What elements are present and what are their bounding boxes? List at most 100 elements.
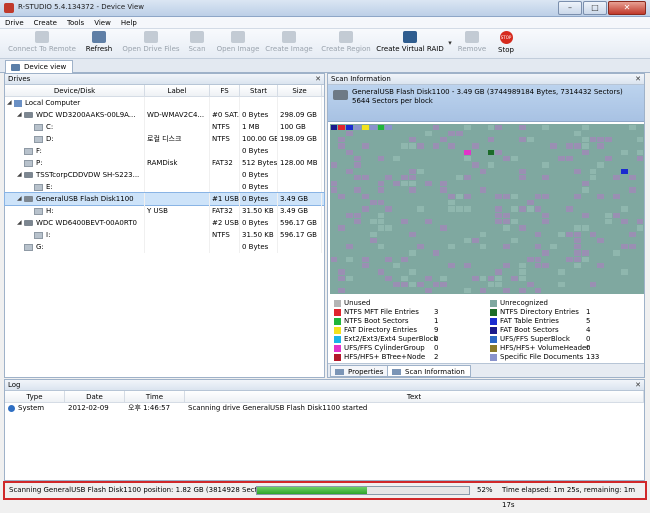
drive-start: 0 Bytes — [240, 217, 278, 229]
drive-name: C: — [46, 123, 54, 131]
drive-name: WDC WD3200AAKS-00L9A... — [36, 111, 136, 119]
expander-icon[interactable]: ◢ — [7, 97, 14, 109]
menu-help[interactable]: Help — [116, 17, 142, 28]
legend-swatch — [490, 317, 497, 325]
drive-row[interactable]: P: RAMDisk FAT32 512 Bytes 128.00 MB — [5, 157, 324, 169]
log-col-time[interactable]: Time — [125, 391, 185, 402]
drive-label — [145, 193, 210, 205]
legend-item: Specific File Documents 133 — [490, 353, 599, 362]
tab-properties[interactable]: Properties — [330, 365, 390, 377]
create-region-button[interactable]: Create Region — [320, 31, 372, 53]
disk-icon — [24, 172, 33, 178]
status-bar: Scanning GeneralUSB Flash Disk1100 posit… — [3, 481, 647, 509]
drive-row[interactable]: E: 0 Bytes — [5, 181, 324, 193]
col-fs[interactable]: FS — [210, 85, 240, 96]
legend-swatch — [334, 317, 341, 325]
drive-start: 0 Bytes — [240, 181, 278, 193]
menu-view[interactable]: View — [89, 17, 116, 28]
drive-label: RAMDisk — [145, 157, 210, 169]
close-icon[interactable]: ✕ — [315, 74, 321, 85]
drive-size — [278, 145, 322, 157]
remove-button[interactable]: Remove — [456, 31, 488, 53]
expander-icon[interactable]: ◢ — [17, 169, 24, 181]
menu-create[interactable]: Create — [29, 17, 62, 28]
drive-size — [278, 97, 322, 109]
expander-icon[interactable]: ◢ — [17, 109, 24, 121]
refresh-button[interactable]: Refresh — [82, 31, 116, 53]
drive-row[interactable]: I: NTFS 31.50 KB 596.17 GB — [5, 229, 324, 241]
remove-icon — [465, 31, 479, 43]
drive-label — [145, 169, 210, 181]
log-panel-header: Log ✕ — [5, 380, 644, 391]
drive-size: 100 GB — [278, 121, 322, 133]
drive-fs: NTFS — [210, 121, 240, 133]
drives-panel: Drives ✕ Device/Disk Label FS Start Size … — [4, 73, 325, 378]
close-button[interactable]: ✕ — [608, 1, 646, 15]
partition-icon — [34, 135, 43, 143]
status-text: Scanning GeneralUSB Flash Disk1100 posit… — [9, 486, 271, 494]
drive-row[interactable]: F: 0 Bytes — [5, 145, 324, 157]
drive-start: 0 Bytes — [240, 241, 278, 253]
drive-row[interactable]: ◢ WDC WD6400BEVT-00A0RT0 #2 USB 0 Bytes 596.… — [5, 217, 324, 229]
scan-disk-description: GeneralUSB Flash Disk1100 - 3.49 GB (374… — [352, 88, 623, 105]
scan-icon — [190, 31, 204, 43]
legend-item: UFS/FFS CylinderGroup 0 — [334, 344, 438, 353]
drive-start — [240, 97, 278, 109]
close-icon[interactable]: ✕ — [635, 380, 641, 391]
tab-scan-information[interactable]: Scan Information — [387, 365, 471, 377]
create-virtual-raid-button[interactable]: Create Virtual RAID — [376, 31, 444, 53]
scan-button[interactable]: Scan — [186, 31, 208, 53]
drive-row[interactable]: ◢ GeneralUSB Flash Disk1100 #1 USB 0 Bytes 3… — [4, 192, 325, 206]
title-bar: R-STUDIO 5.4.134372 - Device View – □ ✕ — [0, 0, 650, 17]
toolbar: Connect To Remote Refresh Open Drive Fil… — [0, 29, 650, 59]
col-size[interactable]: Size — [278, 85, 322, 96]
tab-device-view[interactable]: Device view — [5, 60, 74, 73]
col-start[interactable]: Start — [240, 85, 278, 96]
raid-dropdown-arrow[interactable]: ▾ — [446, 39, 454, 47]
log-row[interactable]: System 2012-02-09 오후 1:46:57 Scanning dr… — [5, 403, 644, 414]
maximize-button[interactable]: □ — [583, 1, 607, 15]
drive-row[interactable]: ◢ Local Computer — [5, 97, 324, 109]
connect-remote-button[interactable]: Connect To Remote — [8, 31, 76, 53]
minimize-button[interactable]: – — [558, 1, 582, 15]
scan-info-panel: Scan Information ✕ GeneralUSB Flash Disk1… — [327, 73, 645, 378]
col-label[interactable]: Label — [145, 85, 210, 96]
close-icon[interactable]: ✕ — [635, 74, 641, 85]
drive-start: 1 MB — [240, 121, 278, 133]
drive-fs — [210, 169, 240, 181]
log-col-date[interactable]: Date — [65, 391, 125, 402]
drive-fs: #2 USB — [212, 217, 240, 229]
log-col-type[interactable]: Type — [5, 391, 65, 402]
drive-size — [278, 241, 322, 253]
col-device-disk[interactable]: Device/Disk — [5, 85, 145, 96]
drive-row[interactable]: ◢ TSSTcorpCDDVDW SH-S223... 0 Bytes — [5, 169, 324, 181]
partition-icon — [34, 123, 43, 131]
menu-drive[interactable]: Drive — [0, 17, 29, 28]
expander-icon[interactable]: ◢ — [17, 217, 24, 229]
open-image-button[interactable]: Open Image — [216, 31, 260, 53]
scan-disk-header: GeneralUSB Flash Disk1100 - 3.49 GB (374… — [328, 85, 644, 122]
legend-swatch — [490, 344, 497, 352]
drive-row[interactable]: C: NTFS 1 MB 100 GB — [5, 121, 324, 133]
disk-block-map — [330, 124, 644, 294]
drive-start: 100.00 GB — [242, 133, 278, 145]
create-image-button[interactable]: Create Image — [264, 31, 314, 53]
menu-tools[interactable]: Tools — [62, 17, 89, 28]
legend-swatch — [334, 308, 341, 316]
refresh-icon — [92, 31, 106, 43]
drive-label — [145, 145, 210, 157]
legend-swatch — [490, 326, 497, 334]
expander-icon[interactable]: ◢ — [17, 193, 24, 205]
drive-size — [278, 181, 322, 193]
disk-icon — [24, 220, 33, 226]
open-drive-files-button[interactable]: Open Drive Files — [122, 31, 180, 53]
stop-button[interactable]: STOP Stop — [494, 31, 518, 54]
log-col-text[interactable]: Text — [185, 391, 644, 402]
legend-item: NTFS Boot Sectors 1 — [334, 317, 438, 326]
drive-row[interactable]: ◢ WDC WD3200AAKS-00L9A... WD-WMAV2C4... #0 … — [5, 109, 324, 121]
drive-start: 31.50 KB — [240, 205, 278, 217]
drive-row[interactable]: G: 0 Bytes — [5, 241, 324, 253]
progress-percent: 52% — [477, 486, 493, 494]
drive-row[interactable]: D: 로컬 디스크 NTFS 100.00 GB 198.09 GB — [5, 133, 324, 145]
drive-row[interactable]: H: Y USB FAT32 31.50 KB 3.49 GB — [5, 205, 324, 217]
